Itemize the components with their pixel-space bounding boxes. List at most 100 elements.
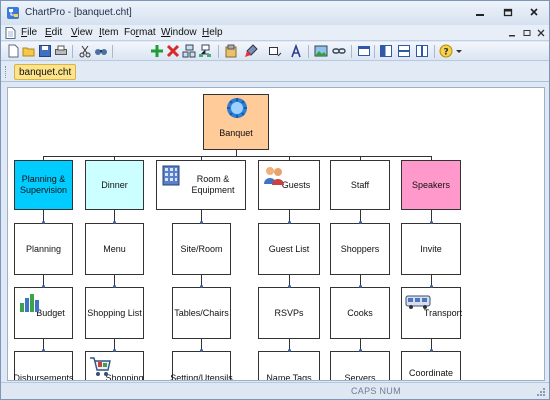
chart-node-dinner[interactable]: Dinner	[85, 160, 144, 210]
chart-node-disbursements[interactable]: Disbursements	[13, 351, 74, 380]
chart-node-rsvps[interactable]: RSVPs	[258, 287, 320, 339]
menu-format[interactable]: Format	[124, 27, 156, 38]
chart-node-planning-supervision[interactable]: Planning & Supervision	[14, 160, 73, 210]
shape-button[interactable]	[267, 43, 283, 59]
chart-node-tables-chairs[interactable]: Tables/Chairs	[172, 287, 231, 339]
chart-node-setting-utensils[interactable]: Setting/Utensils	[170, 351, 233, 380]
chart-node-budget[interactable]: Budget	[14, 287, 73, 339]
toolbar: ?	[1, 42, 549, 61]
node-label: Speakers	[411, 179, 451, 190]
mdi-minimize-button[interactable]	[506, 27, 518, 39]
connector-dot	[430, 285, 433, 288]
restore-icon	[523, 30, 531, 36]
chart-node-cooks[interactable]: Cooks	[330, 287, 390, 339]
menu-view[interactable]: View	[71, 27, 93, 38]
font-icon	[291, 44, 301, 58]
insert-button[interactable]	[181, 43, 197, 59]
menu-edit[interactable]: Edit	[45, 27, 62, 38]
chart-node-root[interactable]: Banquet	[203, 94, 269, 150]
mdi-close-button[interactable]	[535, 27, 547, 39]
chart-node-room-equipment[interactable]: Room & Equipment	[156, 160, 246, 210]
picture-icon	[314, 45, 328, 57]
chart-node-speakers[interactable]: Speakers	[401, 160, 461, 210]
find-button[interactable]	[93, 43, 109, 59]
window-icon	[358, 46, 370, 56]
menu-item[interactable]: Item	[99, 27, 118, 38]
menu-window[interactable]: Window	[161, 27, 197, 38]
split-vertical-button[interactable]	[414, 43, 430, 59]
people-icon	[264, 167, 284, 185]
chart-node-shopping-list[interactable]: Shopping List	[85, 287, 144, 339]
app-window: ChartPro - [banquet.cht] File Edit View …	[0, 0, 550, 400]
help-button[interactable]: ?	[438, 43, 454, 59]
branch-icon	[199, 44, 211, 57]
bus-icon	[405, 295, 431, 309]
print-icon	[55, 45, 67, 55]
node-label: Staff	[350, 179, 370, 190]
toolbar-separator	[434, 45, 435, 58]
toolbar-overflow-button[interactable]	[454, 43, 464, 59]
close-icon	[530, 8, 538, 16]
delete-icon	[166, 44, 180, 58]
picture-button[interactable]	[313, 43, 329, 59]
node-label: Servers	[344, 373, 376, 381]
close-button[interactable]	[523, 4, 545, 20]
tab-banquet[interactable]: banquet.cht	[14, 64, 77, 80]
toolbar-separator	[112, 45, 113, 58]
toolbar-separator	[351, 45, 352, 58]
open-button[interactable]	[21, 43, 37, 59]
connector-dot	[430, 221, 433, 224]
chart-node-name-tags[interactable]: Name Tags	[258, 351, 320, 380]
connector-dot	[113, 349, 116, 352]
paint-brush-button[interactable]	[243, 43, 259, 59]
chart-node-shoppers[interactable]: Shoppers	[330, 223, 390, 275]
org-chart-canvas[interactable]: Banquet Planning & Supervision Dinner Ro…	[7, 87, 545, 381]
branch-button[interactable]	[197, 43, 213, 59]
menu-file[interactable]: File	[21, 27, 37, 38]
connector	[43, 156, 432, 157]
cut-button[interactable]	[77, 43, 93, 59]
layout-icon	[380, 45, 392, 57]
chart-node-servers[interactable]: Servers	[330, 351, 390, 381]
minimize-button[interactable]	[469, 4, 491, 20]
chart-node-shopping[interactable]: Shopping	[85, 351, 144, 380]
connector-dot	[42, 285, 45, 288]
save-button[interactable]	[37, 43, 53, 59]
connector-dot	[113, 221, 116, 224]
split-h-icon	[398, 45, 410, 57]
menu-help[interactable]: Help	[202, 27, 223, 38]
chart-node-invite[interactable]: Invite	[401, 223, 461, 275]
link-button[interactable]	[331, 43, 347, 59]
chart-node-site-room[interactable]: Site/Room	[172, 223, 231, 275]
chart-node-staff[interactable]: Staff	[330, 160, 390, 210]
paste-format-icon	[225, 44, 237, 58]
node-label: Guest List	[268, 243, 310, 254]
chart-node-guests[interactable]: Guests	[258, 160, 320, 210]
split-horizontal-button[interactable]	[396, 43, 412, 59]
connector-dot	[42, 221, 45, 224]
new-document-button[interactable]	[5, 43, 21, 59]
add-button[interactable]	[149, 43, 165, 59]
chart-node-guest-list[interactable]: Guest List	[258, 223, 320, 275]
toolbar-separator	[218, 45, 219, 58]
print-button[interactable]	[53, 43, 69, 59]
connector-dot	[113, 285, 116, 288]
window-button[interactable]	[356, 43, 372, 59]
connector-dot	[200, 349, 203, 352]
delete-button[interactable]	[165, 43, 181, 59]
chart-node-menu[interactable]: Menu	[85, 223, 144, 275]
paste-format-button[interactable]	[223, 43, 239, 59]
document-icon[interactable]	[5, 27, 16, 39]
chart-node-transport[interactable]: Transport	[401, 287, 462, 339]
resize-grip-icon[interactable]	[536, 387, 546, 397]
chart-node-coordinate[interactable]: Coordinate	[401, 351, 461, 380]
font-button[interactable]	[288, 43, 304, 59]
connector-dot	[288, 221, 291, 224]
chart-node-planning[interactable]: Planning	[14, 223, 73, 275]
node-label: Shopping List	[87, 307, 142, 318]
restore-button[interactable]	[497, 4, 519, 20]
node-label: Room & Equipment	[191, 174, 235, 195]
mdi-restore-button[interactable]	[521, 27, 533, 39]
layout-button[interactable]	[378, 43, 394, 59]
connector-dot	[359, 221, 362, 224]
